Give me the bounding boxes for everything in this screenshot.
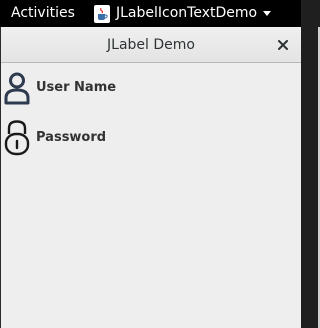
jlabel-demo-window: JLabel Demo User Name Password <box>0 27 301 328</box>
caret-down-icon <box>263 11 272 16</box>
window-title: JLabel Demo <box>107 37 195 53</box>
app-name: JLabelIconTextDemo <box>116 5 258 21</box>
password-text: Password <box>36 130 107 145</box>
close-button[interactable] <box>273 35 293 55</box>
user-name-label: User Name <box>4 70 116 106</box>
user-name-text: User Name <box>36 80 117 95</box>
user-icon <box>4 71 30 105</box>
activities-button[interactable]: Activities <box>11 5 75 22</box>
window-titlebar[interactable]: JLabel Demo <box>1 27 301 63</box>
lock-icon <box>4 120 30 156</box>
password-label: Password <box>4 120 106 156</box>
app-menu[interactable]: JLabelIconTextDemo <box>94 3 272 24</box>
close-icon <box>278 40 288 50</box>
java-cup-icon <box>94 4 110 23</box>
top-panel: Activities JLabelIconTextDemo <box>0 0 301 27</box>
window-content: User Name Password <box>1 63 301 328</box>
